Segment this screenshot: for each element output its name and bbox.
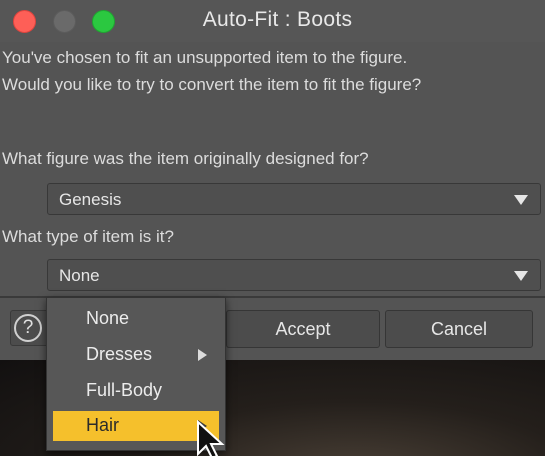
message-line-2: Would you like to try to convert the ite…: [2, 75, 422, 94]
figure-select-value: Genesis: [59, 190, 122, 209]
item-type-question-label: What type of item is it?: [2, 227, 174, 246]
figure-select[interactable]: Genesis: [47, 183, 541, 215]
figure-question-label: What figure was the item originally desi…: [2, 149, 369, 168]
mouse-pointer-icon: [197, 420, 225, 456]
menu-item-label: None: [86, 308, 130, 328]
menu-item-label: Dresses: [86, 344, 153, 364]
accept-button[interactable]: Accept: [226, 310, 380, 348]
cancel-button[interactable]: Cancel: [385, 310, 533, 348]
item-type-select[interactable]: None: [47, 259, 541, 291]
menu-item-full-body[interactable]: Full-Body: [53, 376, 219, 406]
chevron-down-icon: [514, 195, 528, 205]
window-title: Auto-Fit : Boots: [202, 8, 353, 31]
item-type-select-value: None: [59, 266, 100, 285]
menu-item-label: Hair: [86, 415, 120, 435]
submenu-arrow-icon: [198, 349, 207, 361]
menu-item-none[interactable]: None: [53, 304, 219, 334]
title-bar: Auto-Fit : Boots: [0, 0, 545, 42]
menu-item-dresses[interactable]: Dresses: [53, 340, 219, 370]
menu-item-label: Full-Body: [86, 380, 163, 400]
message-line-1: You've chosen to fit an unsupported item…: [2, 48, 408, 67]
chevron-down-icon: [514, 271, 528, 281]
help-icon: ?: [14, 314, 42, 342]
